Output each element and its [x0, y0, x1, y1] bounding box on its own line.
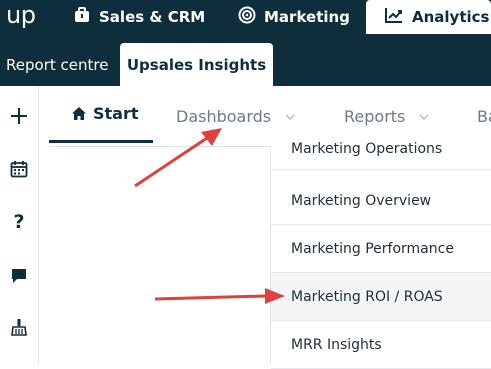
chevron-down-icon: [285, 110, 295, 123]
dropdown-item-label: Marketing Overview: [291, 192, 432, 209]
calendar-icon[interactable]: [0, 160, 38, 178]
dropdown-item-marketing-roi-roas[interactable]: Marketing ROI / ROAS: [271, 273, 491, 321]
tab-label: Start: [93, 103, 139, 123]
target-icon: [238, 6, 256, 28]
dashboards-dropdown-menu: Marketing Operations Marketing Overview …: [270, 141, 491, 369]
dropdown-item-marketing-performance[interactable]: Marketing Performance: [271, 225, 491, 273]
tab-label: Reports: [344, 106, 406, 126]
briefcase-icon: [73, 6, 91, 28]
subtab-label: Report centre: [6, 55, 109, 74]
chat-icon[interactable]: [0, 267, 38, 285]
topnav-label: Analytics: [412, 8, 490, 26]
dropdown-item-mrr-insights[interactable]: MRR Insights: [271, 321, 491, 369]
home-icon: [71, 106, 87, 121]
tab-start[interactable]: Start: [49, 86, 153, 143]
chart-line-icon: [384, 6, 404, 28]
tab-label: Ba: [477, 106, 491, 126]
plus-icon[interactable]: [0, 106, 38, 126]
topnav-analytics[interactable]: Analytics: [366, 0, 491, 34]
subtab-label: Upsales Insights: [126, 55, 267, 74]
dropdown-item-label: Marketing Operations: [291, 140, 443, 157]
app-logo[interactable]: up: [6, 1, 36, 29]
subtab-upsales-insights[interactable]: Upsales Insights: [120, 43, 273, 86]
dropdown-item-marketing-overview[interactable]: Marketing Overview: [271, 177, 491, 225]
broom-icon[interactable]: [0, 318, 38, 336]
dropdown-item-label: MRR Insights: [291, 336, 382, 353]
help-icon[interactable]: ?: [0, 211, 38, 233]
chevron-down-icon: [419, 110, 429, 123]
subtab-report-centre[interactable]: Report centre: [6, 43, 108, 86]
sub-navigation-bar: Report centre Upsales Insights: [0, 34, 491, 86]
topnav-label: Sales & CRM: [99, 8, 206, 26]
dropdown-item-label: Marketing ROI / ROAS: [291, 288, 443, 305]
dropdown-item-marketing-operations[interactable]: Marketing Operations: [271, 128, 491, 170]
topnav-label: Marketing: [264, 8, 350, 26]
tab-label: Dashboards: [176, 106, 272, 126]
topnav-marketing[interactable]: Marketing: [238, 0, 350, 34]
dropdown-item-label: Marketing Performance: [291, 240, 454, 257]
top-navigation-bar: up Sales & CRM Marketing Analytics: [0, 0, 491, 34]
topnav-sales-crm[interactable]: Sales & CRM: [73, 0, 205, 34]
left-sidebar: ?: [0, 86, 39, 364]
